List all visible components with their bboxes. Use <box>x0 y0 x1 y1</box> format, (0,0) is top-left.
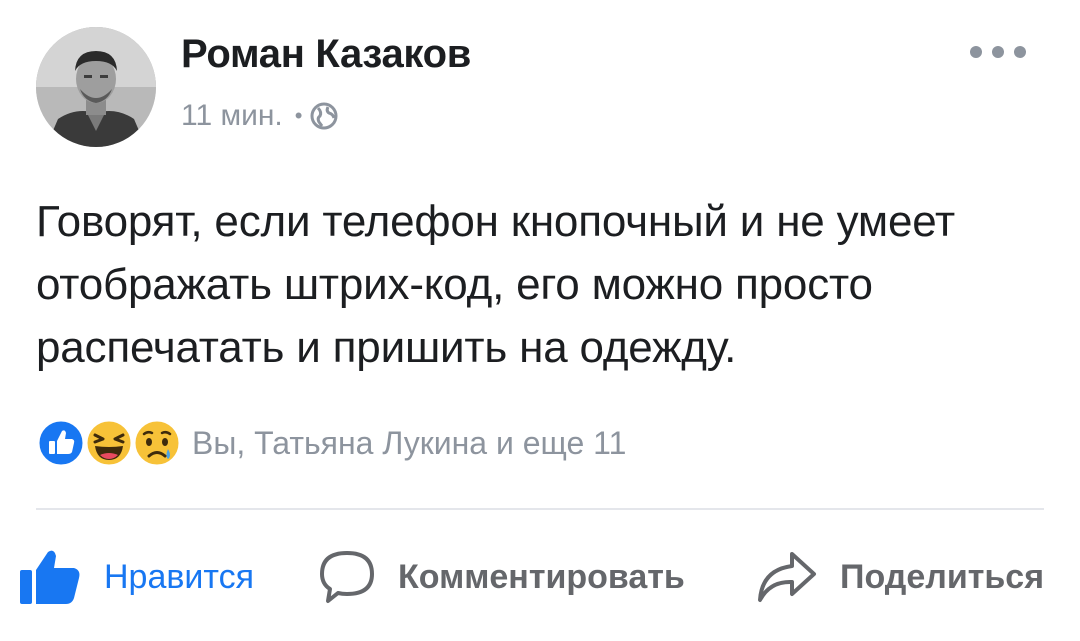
sad-reaction-icon <box>132 418 182 468</box>
author-avatar[interactable] <box>36 27 156 147</box>
avatar-photo <box>36 27 156 147</box>
reaction-icons <box>36 418 184 468</box>
post-text: Говорят, если телефон кнопочный и не уме… <box>36 197 955 372</box>
dot-icon <box>1014 46 1026 58</box>
like-reaction-icon <box>36 418 86 468</box>
reactions-summary[interactable]: Вы, Татьяна Лукина и еще 11 <box>36 418 626 468</box>
share-arrow-icon <box>758 552 816 602</box>
like-label: Нравится <box>104 557 255 596</box>
author-name[interactable]: Роман Казаков <box>181 32 471 77</box>
globe-icon <box>310 102 338 130</box>
haha-reaction-icon <box>84 418 134 468</box>
like-button[interactable]: Нравится <box>18 547 254 607</box>
post-meta: 11 мин. • <box>181 99 338 133</box>
comment-button[interactable]: Комментировать <box>318 547 685 607</box>
divider <box>36 508 1044 510</box>
reactions-text[interactable]: Вы, Татьяна Лукина и еще 11 <box>192 425 626 462</box>
thumbs-up-icon <box>20 550 80 604</box>
post-timestamp[interactable]: 11 мин. <box>181 99 283 133</box>
facebook-post: Роман Казаков 11 мин. • Говорят, если те… <box>0 0 1080 641</box>
comment-icon <box>320 551 374 603</box>
share-button[interactable]: Поделиться <box>756 547 1044 607</box>
more-options-button[interactable] <box>970 40 1026 64</box>
dot-icon <box>992 46 1004 58</box>
meta-separator: • <box>294 103 303 128</box>
dot-icon <box>970 46 982 58</box>
comment-label: Комментировать <box>398 557 685 596</box>
share-label: Поделиться <box>840 557 1045 596</box>
